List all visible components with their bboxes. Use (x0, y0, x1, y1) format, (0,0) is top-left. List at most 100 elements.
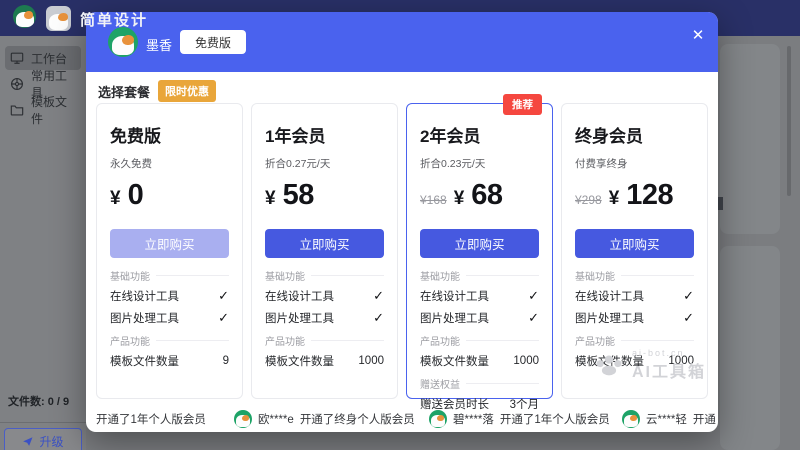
currency-symbol: ¥ (265, 188, 276, 210)
feature-value: 9 (223, 355, 229, 367)
feature-name: 模板文件数量 (265, 353, 334, 369)
ticker-item: 开通了1年个人版会员 (96, 406, 206, 432)
plan-title: 1年会员 (265, 122, 384, 147)
plan-title: 免费版 (110, 122, 229, 147)
modal-username: 墨香 (146, 35, 172, 54)
watermark-text: ai-bot.cn AI工具箱 (632, 348, 706, 382)
buy-now-button[interactable]: 立即购买 (420, 229, 539, 258)
sidebar-item-label: 模板文件 (31, 93, 76, 127)
sidebar-item-templates[interactable]: 模板文件 (5, 98, 81, 122)
user-avatar[interactable] (13, 5, 36, 28)
background-panel (720, 246, 780, 450)
plan-subtitle: 付费享终身 (575, 156, 694, 171)
monitor-icon (10, 51, 24, 65)
currency-symbol: ¥ (609, 188, 620, 210)
ticker-username: 碧****落 (453, 411, 494, 427)
membership-modal: 墨香 免费版 ✕ 选择套餐 限时优惠 免费版 永久免费 ¥ 0 立即购买 基础功… (86, 12, 718, 432)
plan-section-header: 选择套餐 限时优惠 (98, 80, 216, 102)
check-icon: ✓ (218, 288, 229, 304)
feature-row: 图片处理工具 ✓ (420, 307, 539, 329)
feature-row: 在线设计工具 ✓ (420, 285, 539, 307)
buy-now-button[interactable]: 立即购买 (110, 229, 229, 258)
plan-price: ¥168 ¥ 68 (420, 179, 539, 213)
folder-icon (10, 103, 24, 117)
old-price: ¥168 (420, 193, 447, 207)
app-title: 简单设计 (80, 9, 148, 30)
section-title: 选择套餐 (98, 82, 150, 101)
check-icon: ✓ (373, 288, 384, 304)
feature-name: 模板文件数量 (420, 353, 489, 369)
feature-value: 1000 (513, 355, 539, 367)
feature-name: 图片处理工具 (265, 310, 334, 326)
price-value: 128 (626, 179, 673, 212)
feature-section-label: 产品功能 (110, 333, 229, 348)
sidebar-item-label: 工作台 (31, 50, 67, 67)
buy-now-button[interactable]: 立即购买 (575, 229, 694, 258)
feature-name: 图片处理工具 (575, 310, 644, 326)
upgrade-button[interactable]: 升级 (4, 428, 82, 450)
check-icon: ✓ (373, 310, 384, 326)
check-icon: ✓ (683, 310, 694, 326)
plan-title: 终身会员 (575, 122, 694, 147)
recommended-badge: 推荐 (503, 94, 542, 115)
feature-row: 模板文件数量 1000 (265, 350, 384, 372)
app-screen: 简单设计 工作台 常用工具 模板文件 文件数: 0 / 9 升级 (0, 0, 800, 450)
feature-row: 图片处理工具 ✓ (575, 307, 694, 329)
watermark-name: AI工具箱 (632, 358, 706, 382)
feature-row: 在线设计工具 ✓ (265, 285, 384, 307)
ticker-text: 开通 (693, 411, 716, 427)
feature-section-label: 基础功能 (265, 268, 384, 283)
plan-card-1year[interactable]: 1年会员 折合0.27元/天 ¥ 58 立即购买 基础功能 在线设计工具 ✓ 图… (251, 103, 398, 399)
ticker-avatar (622, 410, 640, 428)
plan-card-free[interactable]: 免费版 永久免费 ¥ 0 立即购买 基础功能 在线设计工具 ✓ 图片处理工具 ✓ (96, 103, 243, 399)
purchase-ticker: 开通了1年个人版会员 欧****e 开通了终身个人版会员 碧****落 开通了1… (86, 406, 718, 432)
ticker-username: 云****轻 (646, 411, 687, 427)
rocket-icon (22, 435, 34, 447)
old-price: ¥298 (575, 193, 602, 207)
ticker-text: 开通了1年个人版会员 (96, 411, 206, 427)
watermark: ai-bot.cn AI工具箱 (594, 348, 706, 382)
watermark-site: ai-bot.cn (632, 348, 706, 358)
plan-title: 2年会员 (420, 122, 539, 147)
current-plan-badge[interactable]: 免费版 (180, 30, 246, 54)
sidebar: 工作台 常用工具 模板文件 文件数: 0 / 9 升级 (0, 36, 86, 450)
feature-row: 图片处理工具 ✓ (110, 307, 229, 329)
file-count-label: 文件数: (8, 396, 45, 408)
check-icon: ✓ (528, 310, 539, 326)
feature-row: 模板文件数量 9 (110, 350, 229, 372)
feature-row: 模板文件数量 1000 (420, 350, 539, 372)
ticker-item: 云****轻 开通 (622, 406, 716, 432)
file-count-value: 0 / 9 (48, 396, 69, 408)
plan-subtitle: 折合0.27元/天 (265, 156, 384, 171)
feature-name: 图片处理工具 (110, 310, 179, 326)
plan-card-2year[interactable]: 推荐 2年会员 折合0.23元/天 ¥168 ¥ 68 立即购买 基础功能 在线… (406, 103, 553, 399)
scrollbar[interactable] (787, 46, 791, 196)
price-value: 58 (283, 179, 314, 212)
feature-name: 在线设计工具 (265, 288, 334, 304)
feature-row: 在线设计工具 ✓ (110, 285, 229, 307)
file-count: 文件数: 0 / 9 (8, 393, 69, 409)
feature-name: 在线设计工具 (420, 288, 489, 304)
plan-price: ¥298 ¥ 128 (575, 179, 694, 213)
feature-list: 基础功能 在线设计工具 ✓ 图片处理工具 ✓ 产品功能 模板文件数量 1000 (265, 264, 384, 372)
background-panel (720, 44, 780, 234)
plan-subtitle: 永久免费 (110, 156, 229, 171)
feature-row: 图片处理工具 ✓ (265, 307, 384, 329)
feature-section-label: 基础功能 (575, 268, 694, 283)
ticker-avatar (234, 410, 252, 428)
check-icon: ✓ (683, 288, 694, 304)
feature-section-label: 基础功能 (110, 268, 229, 283)
price-value: 0 (128, 179, 144, 212)
feature-name: 图片处理工具 (420, 310, 489, 326)
feature-name: 在线设计工具 (575, 288, 644, 304)
feature-value: 1000 (358, 355, 384, 367)
close-icon[interactable]: ✕ (688, 25, 708, 45)
plan-subtitle: 折合0.23元/天 (420, 156, 539, 171)
feature-row: 在线设计工具 ✓ (575, 285, 694, 307)
sidebar-nav: 工作台 常用工具 模板文件 (0, 44, 86, 124)
sidebar-divider (0, 422, 86, 423)
app-logo-icon (46, 6, 71, 31)
feature-section-label: 产品功能 (420, 333, 539, 348)
buy-now-button[interactable]: 立即购买 (265, 229, 384, 258)
price-value: 68 (471, 179, 502, 212)
